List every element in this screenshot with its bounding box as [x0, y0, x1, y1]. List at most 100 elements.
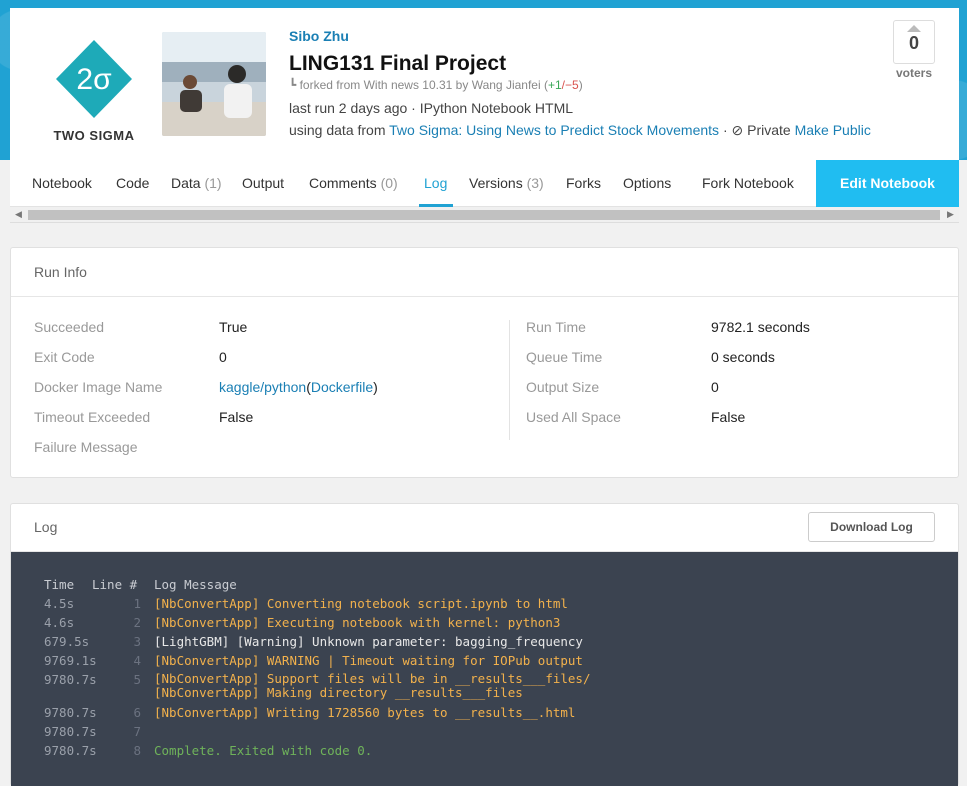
log-row-message: [NbConvertApp] WARNING | Timeout waiting… — [154, 653, 583, 668]
log-row-time: 4.5s — [44, 596, 75, 611]
log-row-time: 9780.7s — [44, 705, 97, 720]
log-row-time: 9780.7s — [44, 672, 97, 687]
log-row-time: 9780.7s — [44, 743, 97, 758]
log-title: Log — [34, 519, 58, 535]
scroll-left-icon[interactable]: ◀ — [15, 209, 22, 220]
docker-image-value: kaggle/python(Dockerfile) — [219, 379, 378, 395]
data-source-link[interactable]: Two Sigma: Using News to Predict Stock M… — [389, 122, 719, 138]
tab-options[interactable]: Options — [623, 175, 671, 191]
tab-count: (3) — [526, 175, 544, 191]
tabbar-scrollbar[interactable]: ◀ ▶ — [10, 207, 959, 223]
log-column-time: Time — [44, 577, 75, 592]
log-panel: Log Download Log Time Line # Log Message… — [10, 503, 959, 786]
tab-data[interactable]: Data (1) — [171, 175, 222, 191]
used-all-space-label: Used All Space — [526, 409, 621, 425]
fork-prefix: forked from — [299, 78, 361, 92]
log-row-message: [NbConvertApp] Support files will be in … — [154, 671, 591, 700]
make-public-link[interactable]: Make Public — [795, 122, 871, 138]
logo-text: TWO SIGMA — [53, 128, 135, 143]
fork-notebook-button[interactable]: Fork Notebook — [702, 175, 794, 191]
log-column-message: Log Message — [154, 577, 237, 592]
tab-label: Fork Notebook — [702, 175, 794, 191]
vote-count: 0 — [908, 33, 919, 53]
fork-diff[interactable]: (+1/−5) — [544, 78, 583, 92]
tab-notebook[interactable]: Notebook — [32, 175, 92, 191]
used-all-space-value: False — [711, 409, 746, 425]
eye-slash-icon: ⊘ — [731, 122, 744, 138]
log-row-message: [NbConvertApp] Writing 1728560 bytes to … — [154, 705, 576, 720]
log-row-line: 8 — [133, 743, 141, 758]
log-row-message: [NbConvertApp] Converting notebook scrip… — [154, 596, 568, 611]
two-sigma-logo[interactable]: 2σ TWO SIGMA — [44, 36, 144, 146]
output-size-value: 0 — [711, 379, 719, 395]
dockerfile-link[interactable]: Dockerfile — [311, 379, 373, 395]
fork-diff-plus: +1 — [547, 78, 562, 92]
tab-comments[interactable]: Comments (0) — [309, 175, 398, 191]
data-prefix: using data from — [289, 122, 386, 138]
run-time-label: Run Time — [526, 319, 586, 335]
download-log-button[interactable]: Download Log — [808, 512, 935, 542]
fork-diff-minus: /−5 — [561, 78, 579, 92]
log-row-message: [LightGBM] [Warning] Unknown parameter: … — [154, 634, 583, 649]
timeout-exceeded-label: Timeout Exceeded — [34, 409, 151, 425]
tab-label: Data — [171, 175, 201, 191]
tab-count: (1) — [204, 175, 222, 191]
log-row-time: 679.5s — [44, 634, 90, 649]
log-row-message: [NbConvertApp] Executing notebook with k… — [154, 615, 561, 630]
run-info-panel: Run Info Succeeded True Exit Code 0 Dock… — [10, 247, 959, 478]
docker-image-label: Docker Image Name — [34, 379, 163, 395]
queue-time-value: 0 seconds — [711, 349, 775, 365]
tab-label: Forks — [566, 175, 601, 191]
tab-label: Log — [424, 175, 448, 191]
failure-message-label: Failure Message — [34, 439, 138, 455]
two-sigma-diamond-icon: 2σ — [56, 40, 132, 118]
tab-forks[interactable]: Forks — [566, 175, 601, 191]
edit-notebook-button[interactable]: Edit Notebook — [816, 160, 959, 207]
tab-label: Code — [116, 175, 150, 191]
scroll-right-icon[interactable]: ▶ — [947, 209, 954, 220]
scrollbar-thumb[interactable] — [28, 210, 940, 220]
notebook-tab-bar: Notebook Code Data (1) Output Comments (… — [10, 160, 959, 207]
docker-image-link[interactable]: kaggle/python — [219, 379, 306, 395]
privacy-label: Private — [747, 122, 791, 138]
voters-label: voters — [895, 66, 933, 80]
upvote-arrow-icon — [907, 25, 921, 32]
forked-from-line: ┗ forked from With news 10.31 by Wang Ji… — [289, 78, 583, 92]
succeeded-value: True — [219, 319, 248, 335]
tab-code[interactable]: Code — [116, 175, 149, 191]
last-run-info: last run 2 days ago · IPython Notebook H… — [289, 100, 574, 116]
timeout-exceeded-value: False — [219, 409, 254, 425]
author-avatar[interactable] — [162, 32, 266, 136]
tab-output[interactable]: Output — [242, 175, 284, 191]
log-output[interactable]: Time Line # Log Message 4.5s 1 [NbConver… — [11, 552, 958, 786]
log-column-line: Line # — [92, 577, 138, 592]
fork-by: by — [455, 78, 469, 92]
author-photo-image — [162, 32, 266, 136]
log-row-message: Complete. Exited with code 0. — [154, 743, 373, 758]
tab-label: Output — [242, 175, 285, 191]
log-row-line: 2 — [133, 615, 141, 630]
log-row-line: 4 — [133, 653, 141, 668]
fork-source-link[interactable]: With news 10.31 — [364, 78, 453, 92]
exit-code-value: 0 — [219, 349, 227, 365]
privacy-separator: · — [722, 122, 728, 138]
exit-code-label: Exit Code — [34, 349, 95, 365]
tab-count: (0) — [380, 175, 398, 191]
log-row-line: 7 — [133, 724, 141, 739]
log-row-time: 4.6s — [44, 615, 75, 630]
tab-log[interactable]: Log — [424, 175, 447, 191]
fork-icon: ┗ — [289, 78, 297, 92]
tab-label: Comments — [309, 175, 377, 191]
notebook-title: LING131 Final Project — [289, 52, 507, 75]
log-row-time: 9769.1s — [44, 653, 97, 668]
notebook-header: 2σ TWO SIGMA Sibo Zhu LING131 Final Proj… — [10, 8, 959, 160]
queue-time-label: Queue Time — [526, 349, 603, 365]
svg-text:2σ: 2σ — [76, 63, 112, 96]
author-name-link[interactable]: Sibo Zhu — [289, 28, 349, 44]
log-row-line: 5 — [133, 672, 141, 687]
run-time-value: 9782.1 seconds — [711, 319, 810, 335]
fork-author-link[interactable]: Wang Jianfei — [472, 78, 541, 92]
tab-label: Notebook — [32, 175, 92, 191]
tab-versions[interactable]: Versions (3) — [469, 175, 544, 191]
upvote-button[interactable]: 0 — [893, 20, 935, 64]
